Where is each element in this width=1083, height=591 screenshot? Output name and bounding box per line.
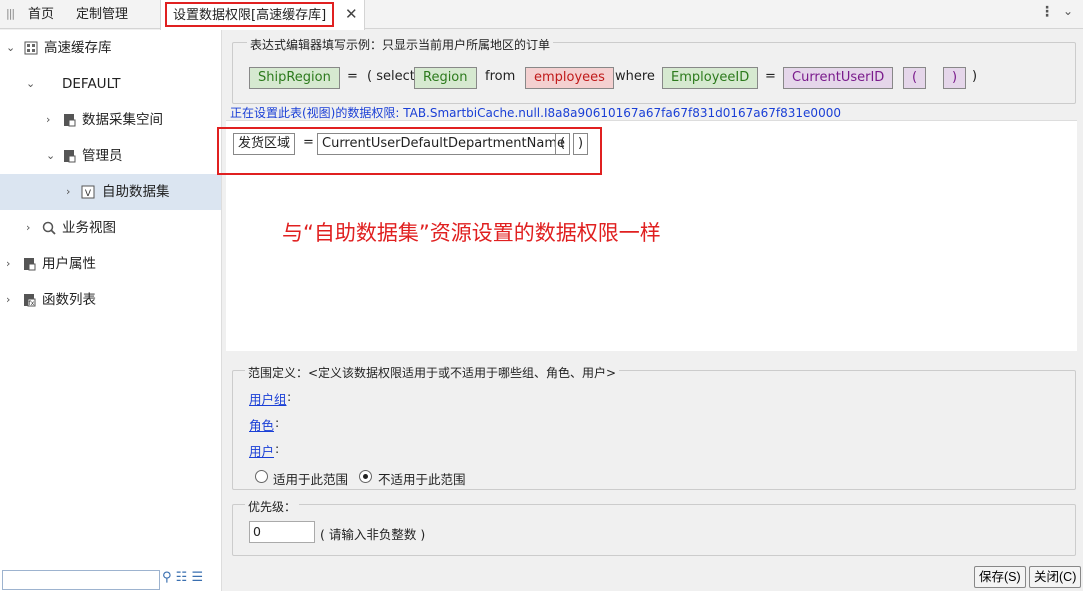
example-token: EmployeeID [662, 67, 759, 89]
function-icon: fx [24, 294, 36, 307]
example-token: employees [525, 67, 614, 89]
tree-item-default[interactable]: ⌄ DEFAULT [0, 66, 221, 102]
save-button[interactable]: 保存(S) [974, 566, 1026, 588]
permission-target-path: 正在设置此表(视图)的数据权限: TAB.SmartbiCache.null.I… [230, 106, 841, 120]
example-token: from [485, 69, 516, 84]
svg-text:fx: fx [29, 300, 35, 307]
colon: : [275, 441, 280, 456]
tree-item-admin[interactable]: ⌄ 管理员 [0, 138, 221, 174]
example-token: = [765, 69, 776, 84]
annotation-text: 与“自助数据集”资源设置的数据权限一样 [282, 221, 661, 245]
tree-item-label: 数据采集空间 [82, 112, 163, 128]
tab-active-label: 设置数据权限[高速缓存库] [165, 2, 335, 27]
tab-home[interactable]: 首页 [28, 0, 54, 29]
editor-token[interactable]: ) [573, 133, 589, 155]
radio-not-apply-label[interactable]: 不适用于此范围 [378, 469, 466, 488]
chevron-right-icon[interactable]: › [26, 210, 30, 246]
user-attr-icon [24, 258, 36, 271]
user-group-link[interactable]: 用户组 [249, 389, 287, 408]
chevron-right-icon[interactable]: › [6, 246, 10, 282]
tree-item-data-collection[interactable]: › 数据采集空间 [0, 102, 221, 138]
example-token: ) [972, 69, 978, 84]
expression-example-group: 表达式编辑器填写示例：只显示当前用户所属地区的订单 ShipRegion = (… [232, 36, 1076, 104]
tree-item-user-attributes[interactable]: › 用户属性 [0, 246, 221, 282]
radio-not-apply-scope[interactable] [359, 470, 372, 483]
chevron-right-icon[interactable]: › [6, 282, 10, 318]
chevron-down-icon[interactable]: ⌄ [26, 66, 35, 102]
example-token: ( select [367, 69, 415, 84]
resource-tree: ⌄ 高速缓存库 ⌄ DEFAULT › 数据采集空间 ⌄ 管理员 › V 自助数… [0, 30, 222, 591]
priority-title: 优先级： [245, 498, 300, 515]
chevron-right-icon[interactable]: › [66, 174, 70, 210]
editor-token[interactable]: = [303, 135, 314, 150]
example-token: CurrentUserID [783, 67, 894, 89]
tree-item-label: 管理员 [82, 148, 123, 164]
tree-item-label: 自助数据集 [102, 184, 170, 200]
close-button[interactable]: 关闭(C) [1029, 566, 1082, 588]
tree-search-input[interactable] [2, 570, 160, 590]
editor-token[interactable]: ( [555, 133, 571, 155]
example-token: ShipRegion [249, 67, 340, 89]
chevron-right-icon[interactable]: › [46, 102, 50, 138]
role-link[interactable]: 角色 [249, 415, 274, 434]
chevron-down-icon[interactable]: ⌄ [6, 30, 15, 66]
radio-apply-label[interactable]: 适用于此范围 [273, 469, 348, 488]
tree-item-label: DEFAULT [62, 76, 121, 92]
example-token: Region [414, 67, 477, 89]
expression-editor[interactable]: 发货区域 = CurrentUserDefaultDepartmentName … [217, 120, 1077, 351]
database-icon [24, 41, 38, 55]
folder-icon [64, 114, 76, 127]
tree-item-function-list[interactable]: › fx 函数列表 [0, 282, 221, 318]
tab-custom-management[interactable]: 定制管理 [76, 0, 128, 29]
priority-group: 优先级： 0 ( 请输入非负整数 ) [232, 498, 1076, 556]
user-link[interactable]: 用户 [249, 441, 274, 460]
tree-item-self-service-dataset[interactable]: › V 自助数据集 [0, 174, 221, 210]
search-icon [42, 221, 56, 235]
tree-item-label: 函数列表 [42, 292, 96, 308]
more-vertical-icon[interactable]: ⋮ [1040, 4, 1054, 20]
example-token: where [615, 69, 655, 84]
editor-token[interactable]: 发货区域 [233, 133, 296, 155]
list-icon[interactable]: ☰ [191, 570, 203, 585]
folder-icon [64, 150, 76, 163]
colon: : [287, 389, 292, 404]
tab-bar: ||| 首页 定制管理 设置数据权限[高速缓存库] ✕ ⋮ ⌄ [0, 0, 1083, 30]
main-panel: 表达式编辑器填写示例：只显示当前用户所属地区的订单 ShipRegion = (… [217, 30, 1083, 591]
scope-title: 范围定义：<定义该数据权限适用于或不适用于哪些组、角色、用户> [245, 364, 620, 381]
example-token: ( [903, 67, 927, 89]
scope-definition-group: 范围定义：<定义该数据权限适用于或不适用于哪些组、角色、用户> 用户组 : 角色… [232, 364, 1076, 490]
svg-text:V: V [85, 189, 92, 199]
chevron-down-icon[interactable]: ⌄ [1063, 4, 1073, 18]
search-icon[interactable]: ⚲ [162, 570, 172, 585]
tree-item-label: 高速缓存库 [44, 40, 112, 56]
colon: : [275, 415, 280, 430]
tree-item-business-view[interactable]: › 业务视图 [0, 210, 221, 246]
hierarchy-icon[interactable]: ☷ [176, 570, 188, 585]
priority-input[interactable]: 0 [249, 521, 315, 543]
chevron-down-icon[interactable]: ⌄ [46, 138, 55, 174]
example-token: ) [943, 67, 967, 89]
priority-hint: ( 请输入非负整数 ) [320, 527, 426, 542]
grip-icon[interactable]: ||| [6, 7, 15, 20]
tree-item-label: 业务视图 [62, 220, 116, 236]
tree-item-label: 用户属性 [42, 256, 96, 272]
tab-set-data-permission[interactable]: 设置数据权限[高速缓存库] ✕ [160, 0, 365, 30]
example-token: = [347, 69, 358, 84]
tree-item-cache-db[interactable]: ⌄ 高速缓存库 [0, 30, 221, 66]
radio-apply-scope[interactable] [255, 470, 268, 483]
close-icon[interactable]: ✕ [345, 0, 358, 29]
dataset-icon: V [81, 185, 95, 199]
example-title: 表达式编辑器填写示例：只显示当前用户所属地区的订单 [247, 36, 554, 53]
editor-token[interactable]: CurrentUserDefaultDepartmentName [317, 133, 570, 155]
